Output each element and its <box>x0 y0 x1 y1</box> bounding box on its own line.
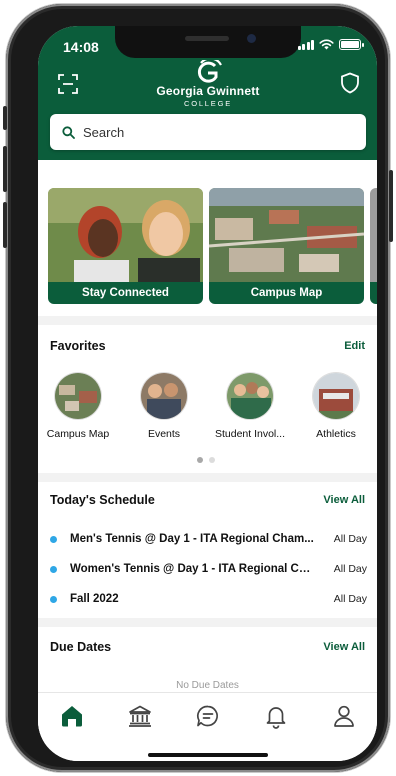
front-camera <box>247 34 256 43</box>
favorites-title: Favorites <box>50 339 106 353</box>
favorite-thumbnail <box>141 373 187 419</box>
page-dot-active[interactable] <box>197 457 203 463</box>
favorite-thumbnail <box>227 373 273 419</box>
home-icon[interactable] <box>59 703 85 729</box>
favorite-thumbnail <box>55 373 101 419</box>
section-divider <box>38 473 377 482</box>
silent-switch <box>3 106 7 130</box>
event-title: Fall 2022 <box>70 593 119 605</box>
page-dot[interactable] <box>209 457 215 463</box>
profile-icon[interactable] <box>331 703 357 729</box>
event-title: Men's Tennis @ Day 1 - ITA Regional Cham… <box>70 533 314 545</box>
wifi-icon <box>319 39 334 50</box>
cellular-signal-icon <box>297 39 314 50</box>
favorite-label: Athletics <box>316 428 356 440</box>
favorite-athletics[interactable]: Athletics <box>296 373 376 440</box>
institution-icon[interactable] <box>127 703 153 729</box>
event-time: All Day <box>333 593 367 605</box>
phone-frame: 14:08 Georgia Gwinnett COLLEGE Search St… <box>3 4 393 772</box>
card-label: Stay Connected <box>48 282 203 304</box>
section-divider <box>38 618 377 627</box>
search-icon <box>62 125 75 139</box>
campus-aerial-photo <box>209 188 364 282</box>
bottom-tab-bar <box>38 692 377 761</box>
search-placeholder: Search <box>83 124 125 140</box>
college-logo: Georgia Gwinnett COLLEGE <box>143 60 273 108</box>
schedule-view-all-button[interactable]: View All <box>323 494 365 506</box>
phone-screen: 14:08 Georgia Gwinnett COLLEGE Search St… <box>38 26 377 761</box>
favorites-page-indicator[interactable] <box>197 457 215 463</box>
home-indicator[interactable] <box>148 753 268 757</box>
due-dates-title: Due Dates <box>50 640 112 654</box>
favorite-label: Campus Map <box>46 428 110 440</box>
volume-up-button <box>3 146 7 192</box>
power-button <box>389 170 393 242</box>
event-time: All Day <box>333 533 367 545</box>
event-dot <box>50 535 57 543</box>
event-dot <box>50 595 57 603</box>
schedule-event[interactable]: Men's Tennis @ Day 1 - ITA Regional Cham… <box>50 529 367 549</box>
card-next-peek[interactable] <box>370 188 377 304</box>
speaker-grill <box>185 36 229 41</box>
bell-icon[interactable] <box>263 703 289 729</box>
students-photo <box>48 188 203 282</box>
card-stay-connected[interactable]: Stay Connected <box>48 188 203 304</box>
feature-carousel: Stay Connected Campus Map <box>48 188 377 304</box>
favorite-label: Events <box>147 428 181 440</box>
event-dot <box>50 565 57 573</box>
favorite-label: Student Invol... <box>214 428 286 440</box>
schedule-event[interactable]: Women's Tennis @ Day 1 - ITA Regional Ch… <box>50 559 367 579</box>
event-time: All Day <box>333 563 367 575</box>
status-time: 14:08 <box>63 39 99 55</box>
favorites-edit-button[interactable]: Edit <box>344 340 365 352</box>
favorite-campus-map[interactable]: Campus Map <box>38 373 118 440</box>
chat-icon[interactable] <box>195 703 221 729</box>
favorite-thumbnail <box>313 373 359 419</box>
card-label: Campus Map <box>209 282 364 304</box>
favorite-student-involvement[interactable]: Student Invol... <box>210 373 290 440</box>
schedule-event[interactable]: Fall 2022 All Day <box>50 589 367 609</box>
shield-icon[interactable] <box>340 72 360 94</box>
event-title: Women's Tennis @ Day 1 - ITA Regional Ch… <box>70 563 314 575</box>
due-dates-empty-text: No Due Dates <box>176 680 239 691</box>
logo-name: Georgia Gwinnett <box>156 84 260 98</box>
logo-subtitle: COLLEGE <box>183 99 233 108</box>
status-icons <box>297 39 364 50</box>
search-input[interactable]: Search <box>50 114 366 150</box>
favorite-events[interactable]: Events <box>124 373 204 440</box>
schedule-title: Today's Schedule <box>50 493 155 507</box>
section-divider <box>38 316 377 325</box>
battery-icon <box>339 39 364 50</box>
logo-mark-icon <box>197 60 222 83</box>
qr-scan-icon[interactable] <box>57 73 79 95</box>
card-campus-map[interactable]: Campus Map <box>209 188 364 304</box>
notch <box>115 26 301 58</box>
volume-down-button <box>3 202 7 248</box>
due-dates-view-all-button[interactable]: View All <box>323 641 365 653</box>
app-header: 14:08 Georgia Gwinnett COLLEGE Search <box>38 26 377 160</box>
